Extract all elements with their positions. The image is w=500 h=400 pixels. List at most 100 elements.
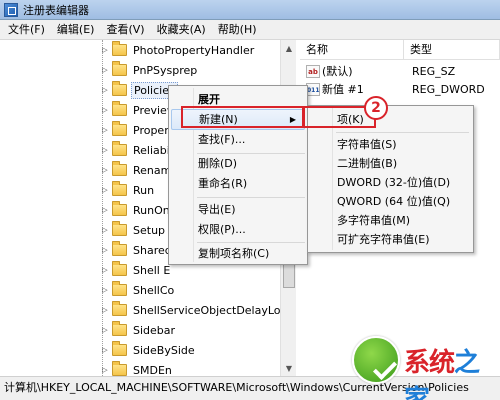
tree-item[interactable]: ▷ PnPSysprep [100, 60, 199, 80]
context-menu: 展开 新建(N) ▶ 查找(F)... 删除(D) 重命名(R) 导出(E) 权… [168, 85, 308, 265]
tree-item[interactable]: ▷ ShellServiceObjectDelayLoad [100, 300, 295, 320]
expand-arrow-icon[interactable]: ▷ [100, 46, 110, 54]
submenu-item-binary-value[interactable]: 二进制值(B) [310, 153, 471, 174]
tree-item[interactable]: ▷ Sidebar [100, 320, 177, 340]
value-type: REG_SZ [412, 65, 456, 78]
expand-arrow-icon[interactable]: ▷ [100, 146, 110, 154]
menu-item-expand[interactable]: 展开 [171, 89, 305, 110]
submenu-item-string-value[interactable]: 字符串值(S) [310, 134, 471, 155]
expand-arrow-icon[interactable]: ▷ [100, 206, 110, 214]
tree-item[interactable]: ▷ RunOn [100, 200, 172, 220]
column-header-type[interactable]: 类型 [404, 40, 500, 60]
menu-item-new[interactable]: 新建(N) ▶ [171, 109, 305, 130]
menu-item-rename[interactable]: 重命名(R) [171, 173, 305, 194]
watermark-text: 系统之家 [404, 348, 480, 400]
expand-arrow-icon[interactable]: ▷ [100, 366, 110, 374]
tree-item[interactable]: ▷ Renam [100, 160, 173, 180]
expand-arrow-icon[interactable]: ▷ [100, 86, 110, 94]
tree-item-label: Shell E [133, 263, 171, 277]
folder-icon [112, 181, 127, 196]
list-header: 名称 类型 [300, 40, 500, 60]
menu-edit[interactable]: 编辑(E) [51, 20, 101, 40]
value-name: (默认) [322, 65, 353, 78]
menu-file[interactable]: 文件(F) [2, 20, 51, 40]
menu-item-new-label: 新建(N) [199, 113, 238, 126]
expand-arrow-icon[interactable]: ▷ [100, 226, 110, 234]
tree-item[interactable]: ▷ Policies [100, 80, 178, 100]
menu-view[interactable]: 查看(V) [100, 20, 150, 40]
scroll-down-arrow-icon[interactable]: ▼ [281, 360, 297, 376]
menu-item-delete[interactable]: 删除(D) [171, 153, 305, 174]
tree-item[interactable]: ▷ Proper [100, 120, 171, 140]
submenu-item-qword-value[interactable]: QWORD (64 位)值(Q) [310, 191, 471, 212]
tree-item[interactable]: ▷ SMDEn [100, 360, 174, 376]
menu-favorites[interactable]: 收藏夹(A) [151, 20, 212, 40]
tree-item-label: PhotoPropertyHandler [133, 43, 255, 57]
menu-separator [197, 197, 305, 198]
submenu-item-key[interactable]: 项(K) [310, 109, 471, 130]
folder-icon [112, 101, 127, 116]
submenu-arrow-icon: ▶ [289, 115, 296, 124]
tree-item[interactable]: ▷ Setup [100, 220, 167, 240]
expand-arrow-icon[interactable]: ▷ [100, 166, 110, 174]
tree-item-label: ShellCo [133, 283, 175, 297]
tree-item[interactable]: ▷ Reliabi [100, 140, 172, 160]
expand-arrow-icon[interactable]: ▷ [100, 326, 110, 334]
expand-arrow-icon[interactable]: ▷ [100, 306, 110, 314]
window-title: 注册表编辑器 [23, 3, 89, 17]
value-row[interactable]: 011 新值 #1 REG_DWORD [300, 80, 500, 100]
tree-item-label: PnPSysprep [133, 63, 198, 77]
tree-item-label: Setup [133, 223, 166, 237]
tree-item[interactable]: ▷ Shell E [100, 260, 172, 280]
folder-icon [112, 321, 127, 336]
menu-help[interactable]: 帮助(H) [212, 20, 263, 40]
menu-item-permissions[interactable]: 权限(P)... [171, 219, 305, 240]
tree-item[interactable]: ▷ ShellCo [100, 280, 176, 300]
submenu-item-multi-string-value[interactable]: 多字符串值(M) [310, 210, 471, 231]
folder-icon [112, 241, 127, 256]
title-bar: 注册表编辑器 [0, 0, 500, 20]
expand-arrow-icon[interactable]: ▷ [100, 66, 110, 74]
folder-icon [112, 61, 127, 76]
folder-icon [112, 301, 127, 316]
tree-item[interactable]: ▷ Preview [100, 100, 178, 120]
tree-item-label: SMDEn [133, 363, 172, 377]
tree-item-label: RunOn [133, 203, 170, 217]
expand-arrow-icon[interactable]: ▷ [100, 106, 110, 114]
scroll-up-arrow-icon[interactable]: ▲ [281, 40, 297, 56]
scroll-thumb[interactable] [283, 262, 295, 288]
value-row[interactable]: ab (默认) REG_SZ [300, 62, 500, 82]
expand-arrow-icon[interactable]: ▷ [100, 126, 110, 134]
tree-item[interactable]: ▷ SideBySide [100, 340, 197, 360]
folder-icon [112, 81, 127, 96]
watermark-check-circle-icon [352, 336, 400, 384]
submenu-item-dword-value[interactable]: DWORD (32-位)值(D) [310, 172, 471, 193]
expand-arrow-icon[interactable]: ▷ [100, 246, 110, 254]
expand-arrow-icon[interactable]: ▷ [100, 186, 110, 194]
dword-value-icon: 011 [306, 83, 320, 96]
tree-item-label: Proper [133, 123, 169, 137]
string-value-icon: ab [306, 65, 320, 78]
expand-arrow-icon[interactable]: ▷ [100, 346, 110, 354]
tree-item[interactable]: ▷ Run [100, 180, 156, 200]
tree-item-label: Reliabi [133, 143, 170, 157]
tree-item-label: Renam [133, 163, 172, 177]
expand-arrow-icon[interactable]: ▷ [100, 266, 110, 274]
submenu-item-expandable-string-value[interactable]: 可扩充字符串值(E) [310, 229, 471, 250]
expand-arrow-icon[interactable]: ▷ [100, 286, 110, 294]
tree-item[interactable]: ▷ PhotoPropertyHandler [100, 40, 256, 60]
menu-item-export[interactable]: 导出(E) [171, 199, 305, 220]
tree-item-label: ShellServiceObjectDelayLoad [133, 303, 295, 317]
tree-item[interactable]: ▷ Shared [100, 240, 174, 260]
folder-icon [112, 201, 127, 216]
menu-item-find[interactable]: 查找(F)... [171, 129, 305, 150]
folder-icon [112, 281, 127, 296]
menu-item-copy-key-name[interactable]: 复制项名称(C) [171, 243, 305, 264]
folder-icon [112, 341, 127, 356]
value-type: REG_DWORD [412, 83, 485, 96]
folder-icon [112, 261, 127, 276]
tree-item-label: Run [133, 183, 155, 197]
column-header-name[interactable]: 名称 [300, 40, 404, 60]
annotation-step-badge: 2 [364, 96, 388, 120]
regedit-app-icon [4, 2, 18, 17]
